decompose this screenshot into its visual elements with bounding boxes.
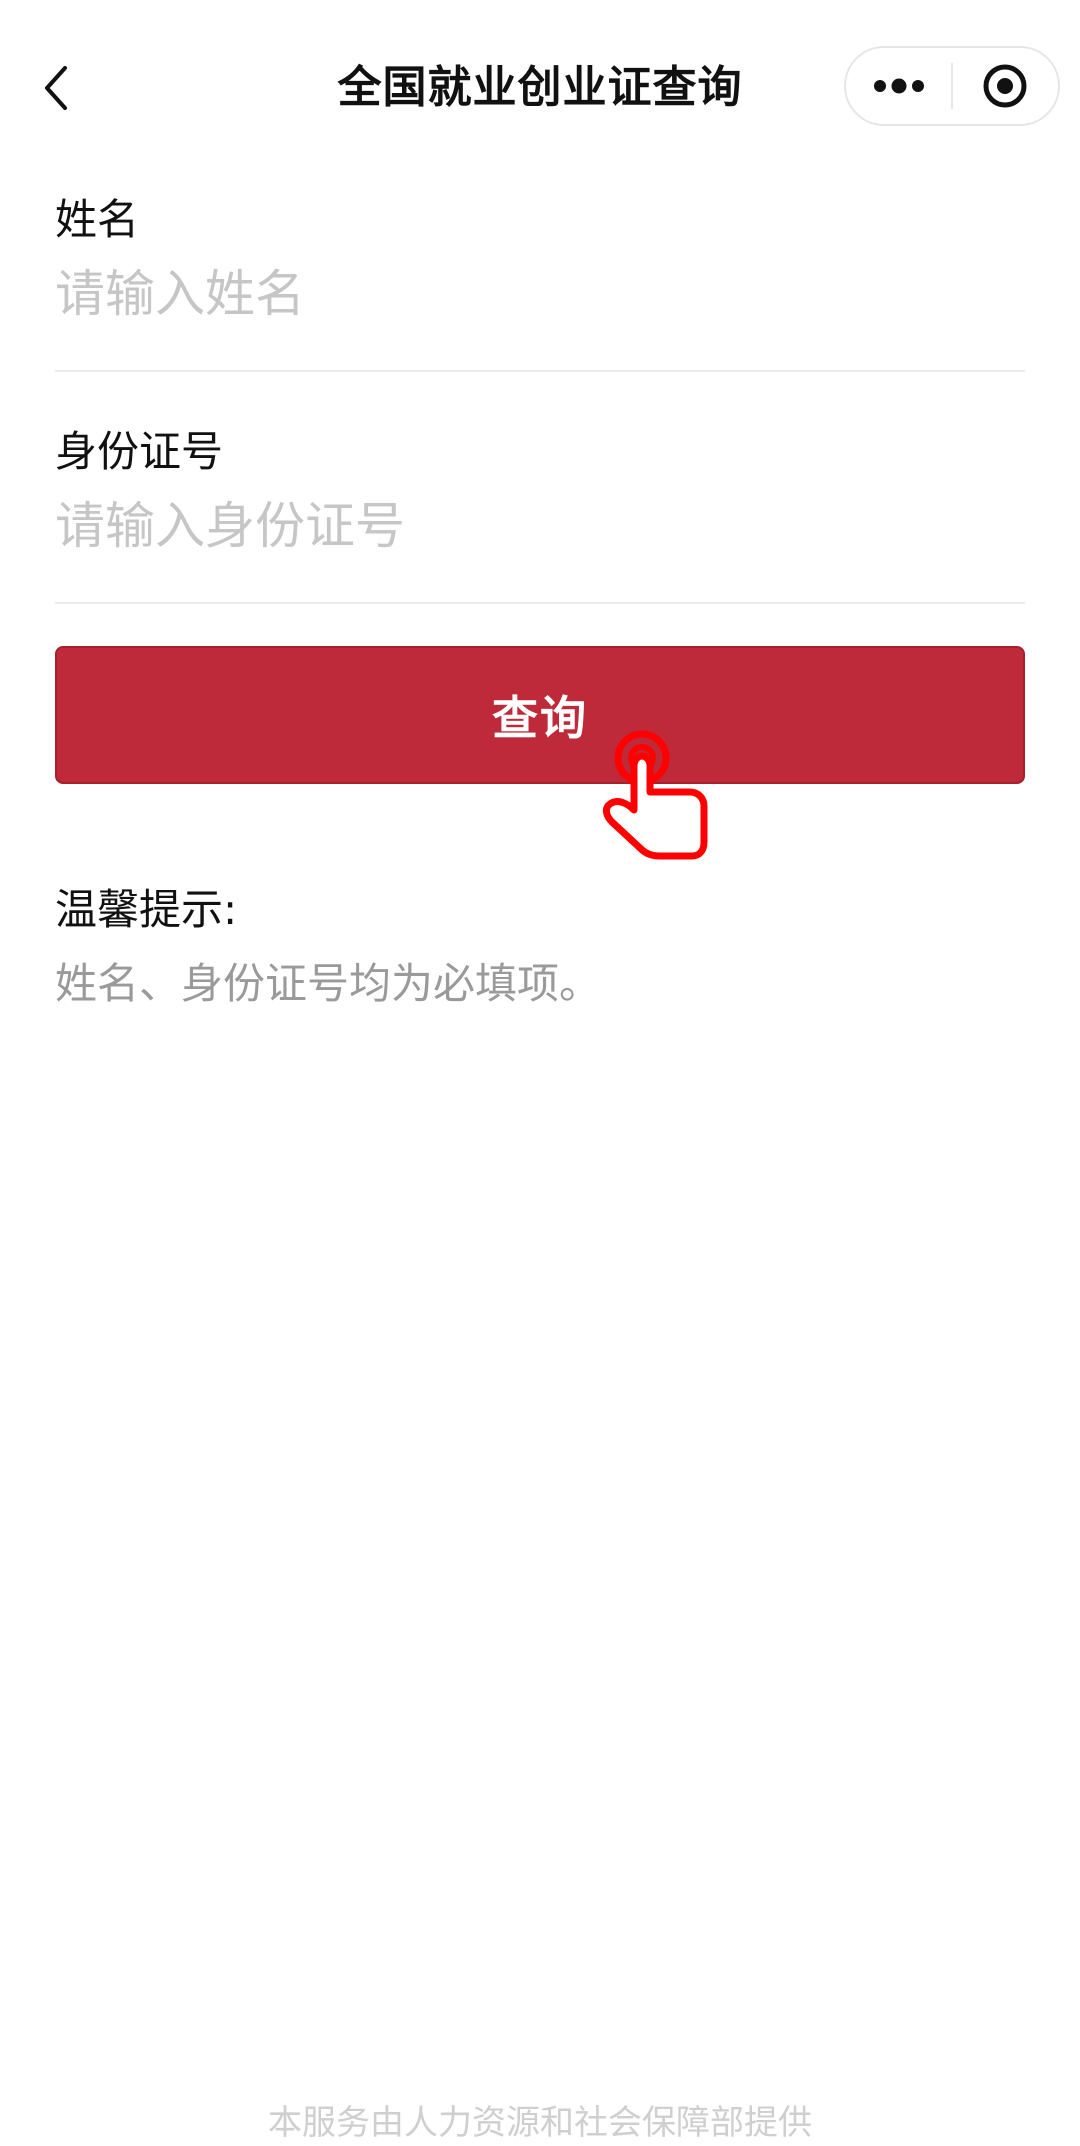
name-divider bbox=[55, 370, 1025, 372]
more-dots-icon bbox=[873, 78, 924, 94]
id-label: 身份证号 bbox=[55, 427, 224, 476]
id-divider bbox=[55, 602, 1025, 604]
query-button[interactable]: 查询 bbox=[55, 646, 1025, 784]
more-button[interactable] bbox=[846, 48, 951, 124]
id-field-group: 身份证号 bbox=[55, 424, 1025, 604]
tips-title: 温馨提示: bbox=[55, 885, 238, 934]
tips-text: 姓名、身份证号均为必填项。 bbox=[55, 959, 602, 1008]
name-label: 姓名 bbox=[55, 195, 140, 244]
name-input[interactable] bbox=[55, 258, 1025, 330]
close-mini-program-button[interactable] bbox=[953, 48, 1058, 124]
navigation-bar: 全国就业创业证查询 bbox=[0, 0, 1080, 176]
target-circle-icon bbox=[983, 64, 1027, 108]
query-button-label: 查询 bbox=[492, 691, 588, 745]
mini-program-capsule bbox=[844, 46, 1060, 126]
footer-provider-text: 本服务由人力资源和社会保障部提供 bbox=[268, 2103, 812, 2143]
name-field-group: 姓名 bbox=[55, 192, 1025, 372]
id-number-input[interactable] bbox=[55, 490, 1025, 562]
tap-hand-icon bbox=[602, 730, 708, 860]
